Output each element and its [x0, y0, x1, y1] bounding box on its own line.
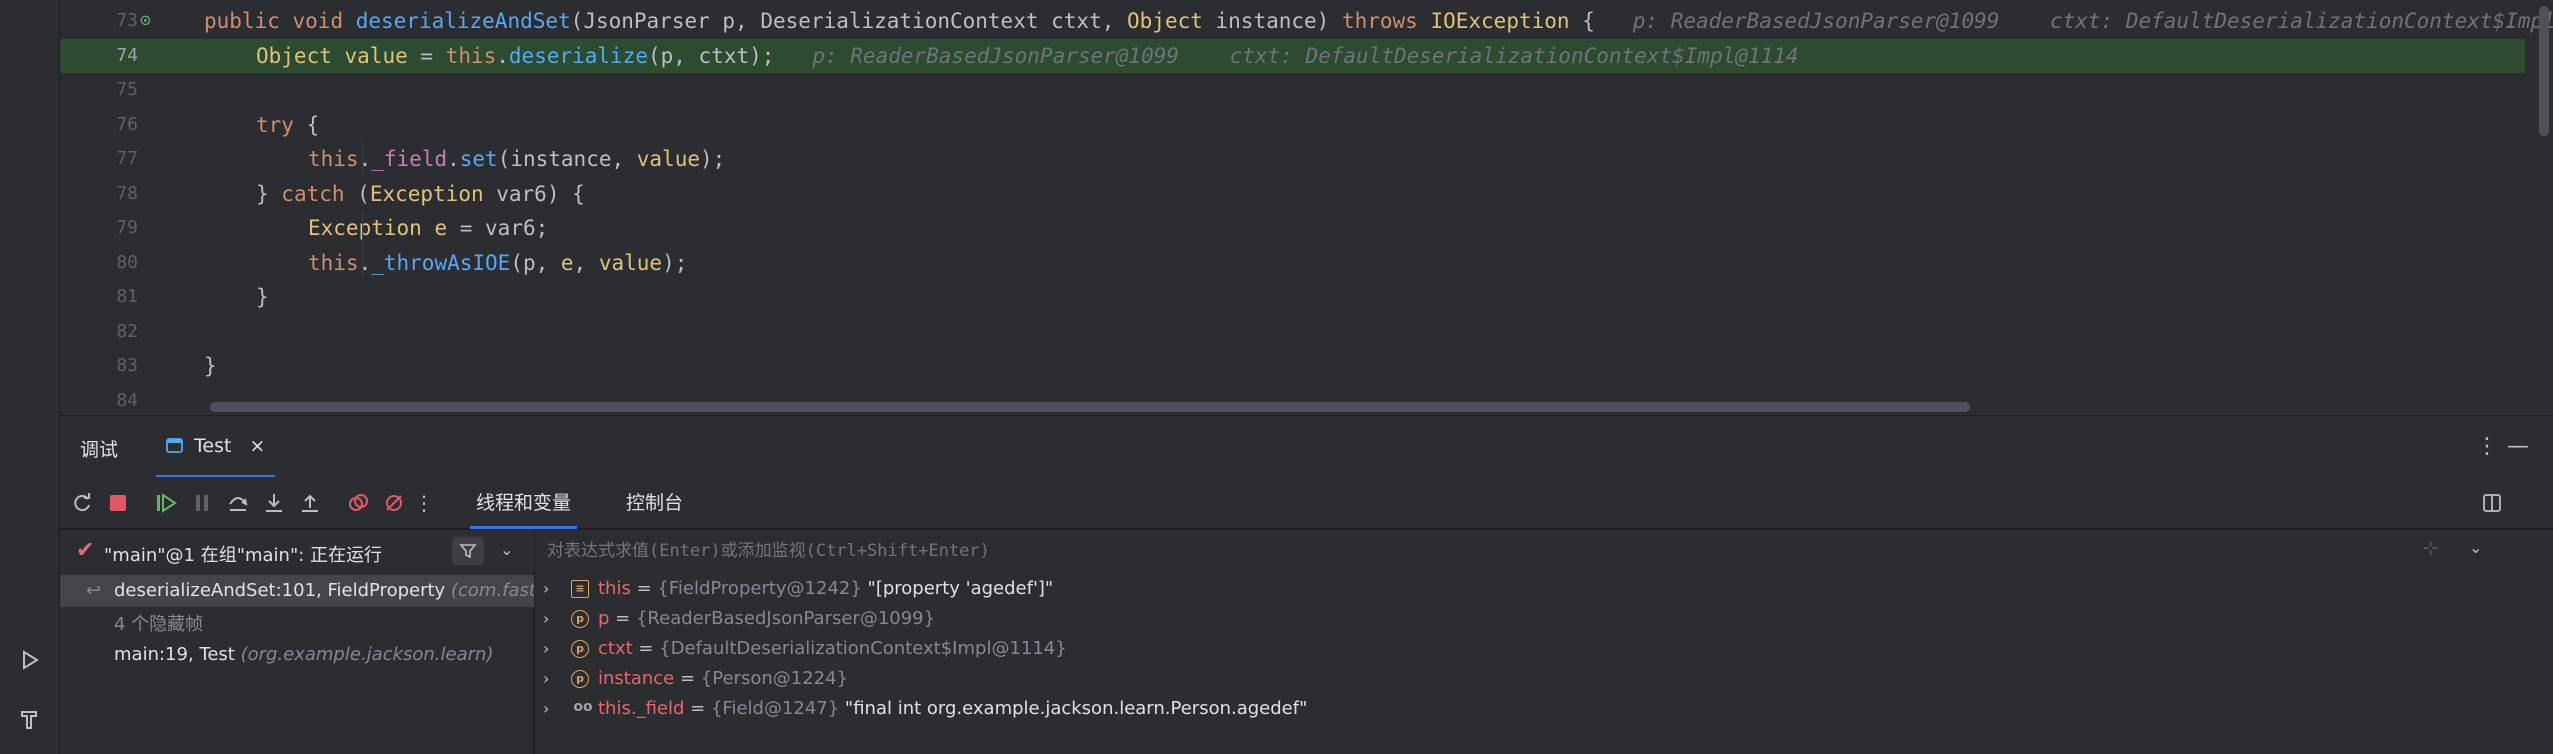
- pause-icon[interactable]: [188, 489, 216, 517]
- code-line[interactable]: this._field.set(instance, value);: [202, 142, 2525, 176]
- indent-guide: [362, 211, 363, 277]
- line-number[interactable]: 78: [60, 177, 202, 211]
- watch-glasses-icon: oo: [573, 699, 593, 715]
- thread-check-icon: ✔: [76, 538, 95, 563]
- run-icon[interactable]: [14, 644, 46, 676]
- tab-test[interactable]: Test ×: [156, 416, 276, 478]
- line-number[interactable]: 83: [60, 349, 202, 383]
- code-line[interactable]: try {: [202, 108, 2525, 142]
- code-line[interactable]: this._throwAsIOE(p, e, value);: [202, 246, 2525, 280]
- line-number[interactable]: 82: [60, 315, 202, 349]
- debug-toolbar: ⋮ 线程和变量 控制台: [60, 477, 2553, 529]
- tab-test-label: Test: [194, 434, 232, 457]
- code-line[interactable]: public void deserializeAndSet(JsonParser…: [202, 4, 2553, 38]
- tab-console[interactable]: 控制台: [620, 477, 689, 529]
- code-line[interactable]: }: [202, 280, 2525, 314]
- chevron-right-icon[interactable]: ›: [543, 604, 549, 634]
- left-tool-strip: [0, 0, 60, 754]
- rerun-icon[interactable]: [68, 489, 96, 517]
- override-method-icon[interactable]: ⊙: [140, 4, 151, 38]
- minimize-icon[interactable]: —: [2507, 434, 2529, 459]
- line-number[interactable]: 76: [60, 108, 202, 142]
- code-line[interactable]: }: [202, 349, 2525, 383]
- evaluate-expression-input[interactable]: [547, 538, 2347, 564]
- tab-threads-variables[interactable]: 线程和变量: [470, 477, 578, 529]
- code-line[interactable]: Exception e = var6;: [202, 211, 2525, 245]
- evaluate-bar: ⊹ ⌄: [535, 530, 2553, 572]
- horizontal-scrollbar[interactable]: [210, 402, 1970, 412]
- close-icon[interactable]: ×: [249, 435, 265, 457]
- code-line[interactable]: } catch (Exception var6) {: [202, 177, 2525, 211]
- stop-icon[interactable]: [104, 489, 132, 517]
- chevron-down-icon[interactable]: ⌄: [2469, 538, 2482, 557]
- indent-guide: [362, 142, 363, 174]
- line-number[interactable]: 81: [60, 280, 202, 314]
- more-actions-icon[interactable]: ⋮: [410, 489, 438, 517]
- code-area[interactable]: public void deserializeAndSet(JsonParser…: [202, 0, 2553, 415]
- line-number[interactable]: 80: [60, 246, 202, 280]
- code-editor[interactable]: 73 ⊙ 74 75 76 77 78 79 80 81 82 83 84 public void de…: [60, 0, 2553, 415]
- field-stack-icon: ≡: [571, 580, 589, 598]
- chevron-down-icon[interactable]: ⌄: [500, 540, 513, 559]
- parameter-icon: p: [571, 670, 589, 688]
- filter-icon[interactable]: [452, 537, 484, 565]
- step-over-icon[interactable]: [224, 489, 252, 517]
- line-number[interactable]: 74: [60, 38, 202, 73]
- thread-label: "main"@1 在组"main": 正在运行: [104, 545, 383, 566]
- layout-settings-icon[interactable]: [2478, 489, 2506, 517]
- hidden-frames-item[interactable]: 4 个隐藏帧: [60, 609, 534, 641]
- parameter-icon: p: [571, 610, 589, 628]
- chevron-right-icon[interactable]: ›: [543, 634, 549, 664]
- chevron-right-icon[interactable]: ›: [543, 694, 549, 724]
- run-config-icon: [166, 437, 183, 453]
- resume-icon[interactable]: [152, 489, 180, 517]
- line-number[interactable]: 79: [60, 211, 202, 245]
- line-number[interactable]: 84: [60, 384, 202, 416]
- add-watch-icon[interactable]: ⊹: [2423, 538, 2438, 559]
- frame-return-icon: ↩: [86, 580, 102, 601]
- code-line[interactable]: [202, 73, 2525, 107]
- code-line[interactable]: Object value = this.deserialize(p, ctxt)…: [202, 38, 2525, 73]
- vertical-scrollbar[interactable]: [2539, 6, 2549, 136]
- line-number[interactable]: 77: [60, 142, 202, 176]
- build-hammer-icon[interactable]: [14, 703, 46, 735]
- variables-pane: ⊹ ⌄ ›≡this = {FieldProperty@1242} "[prop…: [535, 530, 2553, 754]
- debug-tool-window-header: 调试 Test × ⋮ —: [60, 415, 2553, 478]
- step-out-icon[interactable]: [296, 489, 324, 517]
- line-number-gutter[interactable]: 73 ⊙ 74 75 76 77 78 79 80 81 82 83 84: [60, 0, 202, 415]
- step-into-icon[interactable]: [260, 489, 288, 517]
- mute-breakpoints-icon[interactable]: [380, 489, 408, 517]
- line-number[interactable]: 73 ⊙: [60, 4, 202, 38]
- more-options-icon[interactable]: ⋮: [2476, 434, 2498, 459]
- parameter-icon: p: [571, 640, 589, 658]
- thread-selector[interactable]: ✔ "main"@1 在组"main": 正在运行 ⌄: [60, 530, 534, 572]
- chevron-right-icon[interactable]: ›: [543, 574, 549, 604]
- view-breakpoints-icon[interactable]: [344, 489, 372, 517]
- stack-frame[interactable]: main:19, Test (org.example.jackson.learn…: [60, 639, 534, 671]
- frames-pane: ✔ "main"@1 在组"main": 正在运行 ⌄ ↩ deserializ…: [60, 530, 534, 754]
- line-number[interactable]: 75: [60, 73, 202, 107]
- code-line[interactable]: [202, 315, 2525, 349]
- chevron-right-icon[interactable]: ›: [543, 664, 549, 694]
- stack-frame[interactable]: ↩ deserializeAndSet:101, FieldProperty (…: [60, 575, 534, 607]
- debug-title: 调试: [80, 439, 119, 461]
